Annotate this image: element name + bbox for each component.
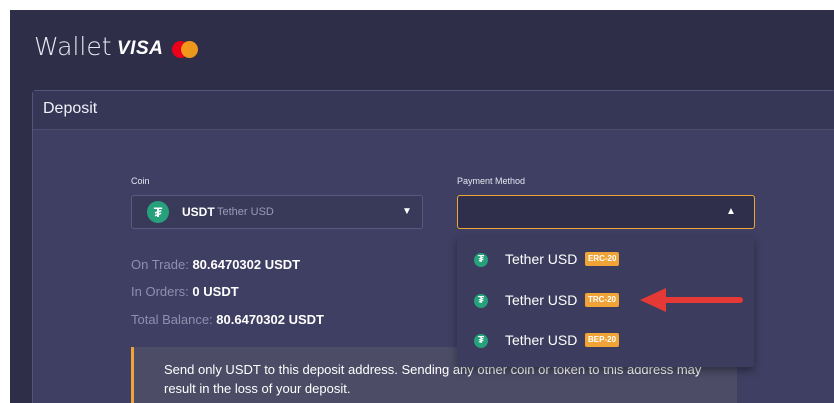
coin-symbol: USDT bbox=[182, 205, 215, 219]
deposit-title: Deposit bbox=[43, 100, 98, 117]
coin-label: Coin bbox=[131, 176, 150, 186]
on-trade-balance: On Trade: 80.6470302 USDT bbox=[131, 257, 301, 272]
caret-up-icon: ▲ bbox=[726, 206, 736, 217]
option-erc20[interactable]: ₮ Tether USD ERC-20 bbox=[457, 240, 754, 280]
tether-icon: ₮ bbox=[474, 334, 488, 348]
coin-select[interactable]: ₮ USDT Tether USD ▼ bbox=[131, 195, 423, 229]
tether-icon: ₮ bbox=[474, 253, 488, 267]
payment-method-label: Payment Method bbox=[457, 176, 526, 186]
option-bep20[interactable]: ₮ Tether USD BEP-20 bbox=[457, 321, 754, 361]
coin-name: Tether USD bbox=[217, 206, 274, 218]
mastercard-logo bbox=[172, 41, 198, 59]
network-badge: ERC-20 bbox=[585, 252, 620, 266]
option-label: Tether USD bbox=[505, 292, 578, 308]
caret-down-icon: ▼ bbox=[402, 206, 412, 217]
option-label: Tether USD bbox=[505, 251, 578, 267]
payment-method-select[interactable]: ▲ bbox=[457, 195, 755, 229]
in-orders-balance: In Orders: 0 USDT bbox=[131, 284, 239, 299]
option-label: Tether USD bbox=[505, 332, 578, 348]
tether-icon: ₮ bbox=[147, 201, 169, 223]
network-badge: BEP-20 bbox=[585, 333, 620, 347]
red-arrow-icon bbox=[640, 288, 743, 312]
total-balance: Total Balance: 80.6470302 USDT bbox=[131, 312, 324, 327]
wallet-app: Wallet VISA Deposit Coin ₮ USDT Tether U… bbox=[10, 10, 834, 403]
visa-logo: VISA bbox=[117, 38, 164, 59]
header: Wallet VISA bbox=[10, 10, 834, 86]
page-title: Wallet bbox=[34, 32, 112, 61]
network-badge: TRC-20 bbox=[585, 293, 620, 307]
tether-icon: ₮ bbox=[474, 294, 488, 308]
deposit-header: Deposit bbox=[33, 91, 834, 130]
